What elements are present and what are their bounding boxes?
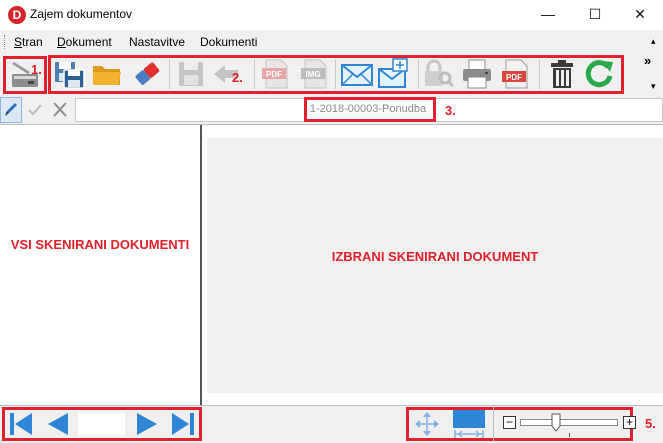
toolbar-separator [418, 59, 419, 89]
toolbar-overflow-down-icon[interactable]: ▾ [651, 81, 656, 92]
fit-page-button[interactable] [412, 410, 442, 438]
x-icon [53, 102, 67, 117]
save-disabled-icon [179, 62, 203, 86]
toolbar-overflow-icon[interactable]: » [644, 53, 651, 68]
annotation-label-1: 1. [31, 62, 42, 77]
lock-key-button-disabled[interactable] [421, 57, 455, 91]
open-folder-button[interactable] [90, 57, 124, 91]
zoom-tick [569, 433, 570, 437]
first-page-icon [10, 413, 32, 435]
toolbar-separator [539, 59, 540, 89]
menu-dokumenti[interactable]: Dokumenti [200, 35, 257, 49]
cancel-button-disabled[interactable] [49, 97, 71, 123]
svg-text:IMG: IMG [305, 70, 320, 79]
left-panel-label: VSI SKENIRANI DOKUMENTI [10, 237, 190, 252]
minimize-button[interactable]: — [525, 0, 571, 30]
save-as-button[interactable] [52, 57, 86, 91]
zoom-slider[interactable] [520, 419, 618, 426]
lock-key-disabled-icon [425, 59, 455, 88]
zoom-slider-thumb[interactable] [551, 413, 561, 432]
pdf-icon: PDF [502, 59, 528, 89]
next-page-button[interactable] [134, 411, 160, 437]
first-page-button[interactable] [8, 411, 34, 437]
confirm-button-disabled[interactable] [24, 97, 46, 123]
eraser-icon [135, 62, 160, 85]
trash-icon [551, 60, 573, 88]
annotation-label-2: 2. [232, 70, 243, 85]
export-pdf-button[interactable]: PDF [499, 57, 533, 91]
last-page-icon [172, 413, 194, 435]
selected-document-preview[interactable]: IZBRANI SKENIRANI DOKUMENT [207, 138, 663, 393]
menu-nastavitve[interactable]: Nastavitve [129, 35, 185, 49]
toolbar-separator [335, 59, 336, 89]
menu-overflow-arrow[interactable]: ▴ [651, 36, 656, 47]
menu-dokument[interactable]: Dokument [57, 35, 112, 49]
app-icon: D [8, 6, 26, 24]
right-panel-label: IZBRANI SKENIRANI DOKUMENT [331, 249, 539, 264]
email-button[interactable] [340, 57, 374, 91]
refresh-icon [585, 60, 613, 88]
maximize-button[interactable]: ☐ [572, 0, 618, 30]
annotation-label-5: 5. [645, 416, 656, 431]
menu-grip [4, 35, 8, 49]
zoom-separator [493, 406, 494, 442]
svg-text:PDF: PDF [266, 70, 282, 79]
document-number: 1-2018-00003-Ponudba [309, 103, 427, 115]
email-attachment-button[interactable] [377, 57, 411, 91]
delete-button[interactable] [545, 57, 579, 91]
close-button[interactable]: ✕ [617, 0, 663, 30]
title-bar: D Zajem dokumentov — ☐ ✕ [0, 0, 663, 30]
save-button-disabled[interactable] [174, 57, 208, 91]
previous-page-button[interactable] [45, 411, 71, 437]
toolbar-separator [169, 59, 170, 89]
pdf-button-disabled[interactable]: PDF [259, 57, 293, 91]
img-button-disabled[interactable]: IMG [298, 57, 332, 91]
last-page-button[interactable] [170, 411, 196, 437]
zoom-in-button[interactable]: + [623, 416, 636, 429]
fit-width-icon [453, 410, 485, 438]
img-disabled-icon: IMG [301, 59, 327, 89]
eraser-button[interactable] [130, 57, 164, 91]
page-indicator [78, 411, 125, 437]
folder-icon [93, 66, 121, 85]
toolbar-separator [254, 59, 255, 89]
printer-icon [463, 59, 491, 89]
annotation-label-3: 3. [445, 103, 456, 118]
edit-button[interactable] [0, 97, 22, 123]
move-arrows-icon [415, 412, 439, 436]
refresh-button[interactable] [582, 57, 616, 91]
window-title: Zajem dokumentov [30, 7, 133, 21]
check-icon [28, 104, 42, 116]
fit-width-button[interactable] [452, 409, 486, 439]
envelope-icon [341, 64, 373, 86]
menu-bar: Stran Dokument Nastavitve Dokumenti ▴ [0, 30, 663, 53]
scanned-documents-list[interactable]: VSI SKENIRANI DOKUMENTI [0, 125, 202, 405]
pdf-disabled-icon: PDF [262, 59, 288, 89]
svg-text:PDF: PDF [506, 73, 522, 82]
zoom-out-button[interactable]: − [503, 416, 516, 429]
save-as-icon [55, 62, 85, 89]
arrow-left-icon [48, 413, 68, 435]
envelope-attach-icon [378, 58, 408, 88]
slider-thumb-icon [551, 413, 561, 432]
arrow-right-icon [137, 413, 157, 435]
print-button[interactable] [460, 57, 494, 91]
pencil-icon [5, 103, 17, 116]
menu-stran[interactable]: Stran [14, 35, 43, 49]
